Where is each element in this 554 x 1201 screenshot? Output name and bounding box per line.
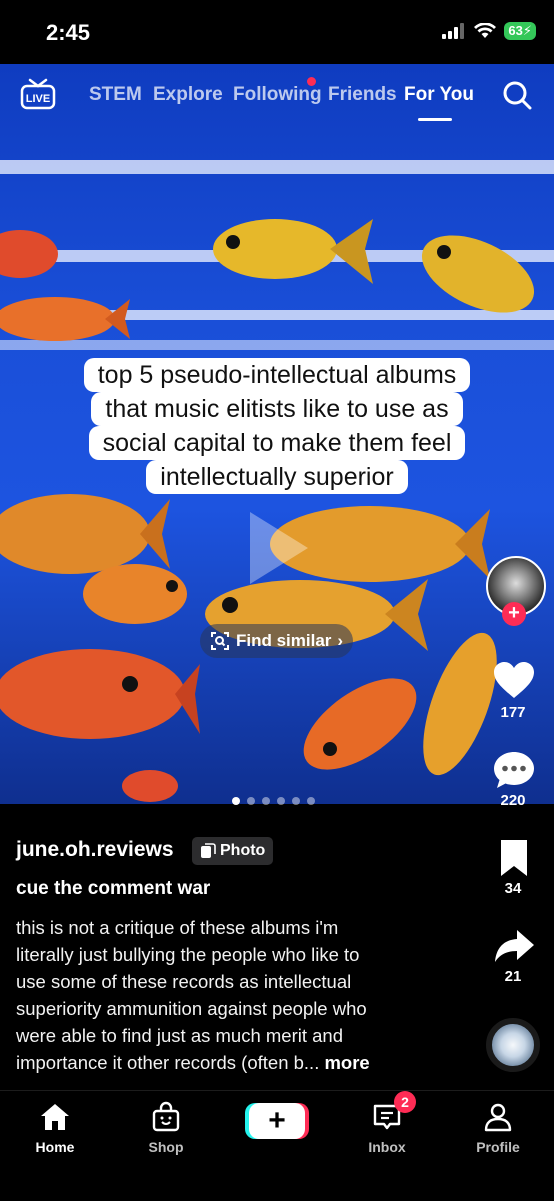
status-time: 2:45 xyxy=(46,20,91,45)
fish-image xyxy=(0,297,130,341)
share-icon[interactable] xyxy=(492,926,536,966)
battery-level: 63 xyxy=(508,23,523,38)
inbox-badge: 2 xyxy=(394,1091,416,1113)
signal-icon xyxy=(442,23,465,39)
description-line-last: importance it other records (often b... … xyxy=(16,1049,426,1076)
page-dot xyxy=(262,797,270,805)
music-disc[interactable] xyxy=(486,1018,540,1072)
nav-inbox[interactable]: Inbox xyxy=(347,1101,427,1155)
tab-for-you[interactable]: For You xyxy=(404,84,474,106)
nav-profile-label: Profile xyxy=(476,1139,520,1155)
nav-shop-label: Shop xyxy=(148,1139,184,1155)
fish-image xyxy=(213,219,373,284)
fish-image xyxy=(0,649,200,739)
svg-text:LIVE: LIVE xyxy=(26,93,50,105)
top-nav: LIVE STEM Explore Following Friends For … xyxy=(0,64,554,124)
page-dot xyxy=(292,797,300,805)
follow-plus-button[interactable]: + xyxy=(502,602,526,626)
search-icon[interactable] xyxy=(502,80,532,110)
like-count: 177 xyxy=(500,704,526,721)
charging-icon: ⚡ xyxy=(522,23,532,38)
nav-shop[interactable]: Shop xyxy=(126,1101,206,1155)
following-notification-dot xyxy=(307,77,316,86)
description-line: were able to find just as much merit and xyxy=(16,1025,343,1046)
photo-page-indicator xyxy=(232,797,315,805)
photo-stack-icon xyxy=(201,843,216,858)
caption-line: social capital to make them feel xyxy=(88,426,466,460)
caption-line: intellectually superior xyxy=(146,460,408,494)
tab-friends[interactable]: Friends xyxy=(328,84,397,106)
post-description[interactable]: this is not a critique of these albums i… xyxy=(16,914,426,1076)
comment-icon[interactable] xyxy=(492,750,536,790)
description-line: importance it other records (often b... xyxy=(16,1052,320,1073)
tab-explore[interactable]: Explore xyxy=(153,84,223,106)
nav-profile[interactable]: Profile xyxy=(458,1101,538,1155)
bottom-nav: Home Shop + Inbox 2 Profile xyxy=(0,1090,554,1201)
photo-caption-overlay: top 5 pseudo-intellectual albums that mu… xyxy=(46,358,508,494)
share-count: 21 xyxy=(504,968,522,985)
caption-line: top 5 pseudo-intellectual albums xyxy=(83,358,471,392)
profile-icon xyxy=(484,1103,512,1132)
description-line: use some of these records as intellectua… xyxy=(16,971,352,992)
play-icon[interactable] xyxy=(250,512,308,584)
live-tv-icon[interactable]: LIVE xyxy=(20,78,56,110)
status-bar: 2:45 63⚡ xyxy=(0,0,554,64)
comment-count: 220 xyxy=(500,792,526,809)
nav-home[interactable]: Home xyxy=(15,1101,95,1155)
page-dot xyxy=(232,797,240,805)
fish-image xyxy=(122,770,178,802)
wifi-icon xyxy=(474,23,497,38)
page-dot xyxy=(247,797,255,805)
page-dot xyxy=(307,797,315,805)
shop-bag-icon xyxy=(152,1101,180,1132)
tab-stem[interactable]: STEM xyxy=(89,84,142,106)
photo-type-badge: Photo xyxy=(192,837,274,865)
description-line: literally just bullying the people who l… xyxy=(16,944,360,965)
description-line: superiority ammunition against people wh… xyxy=(16,998,367,1019)
battery-indicator: 63⚡ xyxy=(504,22,536,40)
chevron-right-icon: › xyxy=(337,631,344,650)
create-plus-icon[interactable]: + xyxy=(249,1103,305,1139)
bookmark-count: 34 xyxy=(504,880,522,897)
active-tab-indicator xyxy=(418,118,452,121)
more-link[interactable]: more xyxy=(324,1052,369,1073)
status-icons: 63⚡ xyxy=(442,22,536,40)
page-dot xyxy=(277,797,285,805)
home-icon xyxy=(41,1104,69,1130)
find-similar-label: Find similar xyxy=(236,631,332,650)
photo-badge-label: Photo xyxy=(220,842,266,859)
heart-icon[interactable] xyxy=(492,660,536,700)
description-line: this is not a critique of these albums i… xyxy=(16,917,339,938)
find-similar-button[interactable]: Find similar › xyxy=(200,624,354,658)
caption-line: that music elitists like to use as xyxy=(91,392,463,426)
bookmark-icon[interactable] xyxy=(492,838,536,878)
visual-search-icon xyxy=(211,632,229,650)
fish-image xyxy=(421,235,535,313)
nav-home-label: Home xyxy=(35,1139,75,1155)
post-title: cue the comment war xyxy=(16,878,211,899)
creator-username[interactable]: june.oh.reviews xyxy=(16,838,174,862)
fish-image xyxy=(0,230,58,278)
tab-following[interactable]: Following xyxy=(233,84,322,106)
nav-inbox-label: Inbox xyxy=(368,1139,406,1155)
aquarium-stripe xyxy=(0,160,554,174)
